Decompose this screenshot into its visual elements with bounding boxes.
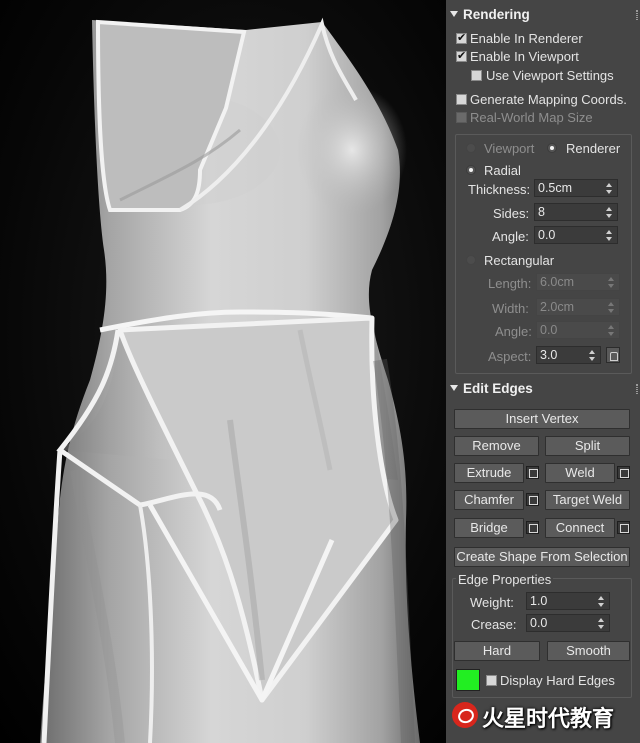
spinner-arrows-icon[interactable] — [606, 183, 613, 194]
rollout-grip-icon[interactable] — [636, 384, 638, 394]
sides-spinner[interactable]: 8 — [534, 203, 618, 221]
enable-in-viewport-label: Enable In Viewport — [470, 49, 579, 64]
chamfer-button[interactable]: Chamfer — [454, 490, 524, 510]
create-shape-button[interactable]: Create Shape From Selection — [454, 547, 630, 567]
viewport-3d[interactable] — [0, 0, 446, 743]
viewport-radio-label: Viewport — [484, 141, 535, 156]
renderer-radio[interactable] — [547, 143, 557, 153]
crease-label: Crease: — [471, 617, 517, 632]
enable-in-viewport-checkbox[interactable] — [456, 49, 467, 62]
display-hard-edges-label: Display Hard Edges — [500, 673, 615, 688]
enable-in-renderer-checkbox[interactable] — [456, 31, 467, 44]
hard-button[interactable]: Hard — [454, 641, 540, 661]
enable-in-renderer-label: Enable In Renderer — [470, 31, 583, 46]
aspect-value: 3.0 — [540, 348, 558, 362]
radial-angle-label: Angle: — [492, 229, 529, 244]
rect-angle-value: 0.0 — [540, 323, 558, 337]
remove-button[interactable]: Remove — [454, 436, 539, 456]
length-label: Length: — [488, 276, 532, 291]
split-button[interactable]: Split — [545, 436, 630, 456]
watermark: 火星时代教育 — [448, 699, 638, 733]
use-viewport-settings-checkbox[interactable] — [471, 70, 482, 81]
extrude-settings-icon[interactable] — [526, 466, 539, 479]
edge-properties-title: Edge Properties — [456, 572, 554, 587]
radial-angle-spinner[interactable]: 0.0 — [534, 226, 618, 244]
command-panel: Rendering Enable In Renderer Enable In V… — [446, 0, 640, 743]
length-spinner[interactable]: 6.0cm — [536, 273, 620, 291]
width-spinner[interactable]: 2.0cm — [536, 298, 620, 316]
thickness-spinner[interactable]: 0.5cm — [534, 179, 618, 197]
connect-settings-icon[interactable] — [617, 521, 630, 534]
rendering-rollout-header[interactable]: Rendering — [446, 4, 640, 26]
aspect-label: Aspect: — [488, 349, 532, 364]
insert-vertex-button[interactable]: Insert Vertex — [454, 409, 630, 429]
renderer-radio-label: Renderer — [566, 141, 621, 156]
thickness-label: Thickness: — [468, 182, 531, 197]
edit-edges-title: Edit Edges — [463, 381, 533, 396]
weight-spinner[interactable]: 1.0 — [526, 592, 610, 610]
thickness-value: 0.5cm — [538, 181, 573, 195]
watermark-text: 火星时代教育 — [482, 707, 615, 732]
use-viewport-settings-label: Use Viewport Settings — [486, 68, 614, 83]
viewport-radio[interactable] — [466, 143, 476, 153]
width-value: 2.0cm — [540, 300, 575, 314]
rectangular-radio[interactable] — [466, 255, 476, 265]
generate-mapping-checkbox[interactable] — [456, 94, 467, 105]
spinner-arrows-icon[interactable] — [598, 596, 605, 607]
sides-value: 8 — [538, 205, 545, 219]
radial-radio-label: Radial — [484, 163, 521, 178]
aspect-spinner[interactable]: 3.0 — [536, 346, 601, 364]
connect-button[interactable]: Connect — [545, 518, 615, 538]
lock-icon[interactable] — [606, 347, 620, 363]
real-world-map-checkbox[interactable] — [456, 112, 467, 123]
rollout-collapse-icon[interactable] — [450, 11, 458, 17]
spinner-arrows-icon[interactable] — [606, 230, 613, 241]
rect-angle-spinner[interactable]: 0.0 — [536, 321, 620, 339]
spinner-arrows-icon[interactable] — [598, 618, 605, 629]
crease-spinner[interactable]: 0.0 — [526, 614, 610, 632]
weld-button[interactable]: Weld — [545, 463, 615, 483]
spinner-arrows-icon[interactable] — [589, 350, 596, 361]
spinner-arrows-icon[interactable] — [606, 207, 613, 218]
generate-mapping-label: Generate Mapping Coords. — [470, 92, 627, 107]
extrude-button[interactable]: Extrude — [454, 463, 524, 483]
width-label: Width: — [492, 301, 529, 316]
bridge-settings-icon[interactable] — [526, 521, 539, 534]
edit-edges-rollout-header[interactable]: Edit Edges — [446, 378, 640, 400]
real-world-map-label: Real-World Map Size — [470, 110, 593, 125]
bridge-button[interactable]: Bridge — [454, 518, 524, 538]
rectangular-radio-label: Rectangular — [484, 253, 555, 268]
sides-label: Sides: — [493, 206, 530, 221]
rendering-title: Rendering — [463, 7, 530, 22]
display-hard-edges-checkbox[interactable] — [486, 675, 497, 686]
weight-value: 1.0 — [530, 594, 548, 608]
smooth-button[interactable]: Smooth — [547, 641, 630, 661]
spinner-arrows-icon[interactable] — [608, 325, 615, 336]
weld-settings-icon[interactable] — [617, 466, 630, 479]
rollout-grip-icon[interactable] — [636, 10, 638, 20]
spinner-arrows-icon[interactable] — [608, 277, 615, 288]
length-value: 6.0cm — [540, 275, 575, 289]
rect-angle-label: Angle: — [495, 324, 532, 339]
watermark-logo-icon — [452, 702, 478, 728]
radial-radio[interactable] — [466, 165, 476, 175]
rollout-collapse-icon[interactable] — [450, 385, 458, 391]
radial-angle-value: 0.0 — [538, 228, 556, 242]
hard-edge-color-swatch[interactable] — [456, 669, 480, 691]
target-weld-button[interactable]: Target Weld — [545, 490, 630, 510]
crease-value: 0.0 — [530, 616, 548, 630]
spinner-arrows-icon[interactable] — [608, 302, 615, 313]
chamfer-settings-icon[interactable] — [526, 493, 539, 506]
weight-label: Weight: — [470, 595, 514, 610]
dress-model-render — [40, 17, 420, 743]
